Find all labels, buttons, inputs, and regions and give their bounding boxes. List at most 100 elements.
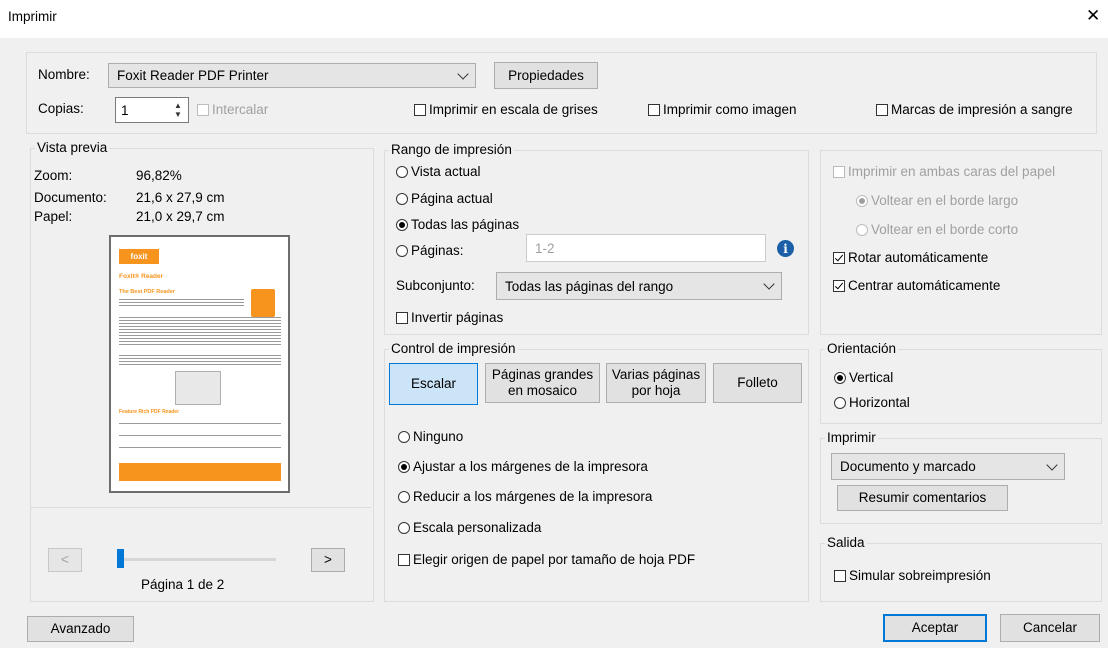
thumb-text-block <box>119 299 244 307</box>
page-slider-thumb[interactable] <box>117 549 124 568</box>
auto-rotate-box <box>833 251 845 264</box>
grayscale-box <box>414 103 426 116</box>
fit-margins-label: Ajustar a los márgenes de la impresora <box>413 459 648 474</box>
printer-select[interactable]: Foxit Reader PDF Printer <box>108 63 476 88</box>
reverse-pages-checkbox[interactable]: Invertir páginas <box>396 310 503 325</box>
thumb-screenshot <box>175 371 221 405</box>
paper-source-box <box>398 553 410 566</box>
copies-stepper[interactable]: ▲ ▼ <box>171 99 185 121</box>
print-what-group: Imprimir <box>820 430 1102 524</box>
window-title: Imprimir <box>8 9 57 24</box>
print-what-select-value: Documento y marcado <box>840 459 976 474</box>
custom-scale-radio[interactable]: Escala personalizada <box>398 520 541 535</box>
scale-none-radio[interactable]: Ninguno <box>398 429 463 444</box>
cancel-button[interactable]: Cancelar <box>1000 614 1100 642</box>
subset-select[interactable]: Todas las páginas del rango <box>496 272 782 300</box>
bleed-marks-checkbox[interactable]: Marcas de impresión a sangre <box>876 102 1073 117</box>
flip-short-edge-label: Voltear en el borde corto <box>871 222 1019 237</box>
output-legend: Salida <box>825 535 867 550</box>
properties-button[interactable]: Propiedades <box>494 62 598 89</box>
auto-rotate-checkbox[interactable]: Rotar automáticamente <box>833 250 988 265</box>
simulate-overprint-checkbox[interactable]: Simular sobreimpresión <box>834 568 991 583</box>
printer-name-label: Nombre: <box>38 67 90 82</box>
current-view-radio-circle <box>396 165 408 178</box>
paper-size-label: Papel: <box>34 209 73 224</box>
copies-label: Copias: <box>38 101 84 116</box>
chevron-up-icon[interactable]: ▲ <box>174 101 182 110</box>
auto-center-label: Centrar automáticamente <box>848 278 1001 293</box>
foxit-logo: foxit <box>119 249 159 264</box>
title-bar: Imprimir ✕ <box>0 0 1108 39</box>
subset-select-value: Todas las páginas del rango <box>505 278 674 294</box>
current-page-radio-circle <box>396 192 408 205</box>
auto-center-checkbox[interactable]: Centrar automáticamente <box>833 278 1000 293</box>
flip-long-edge-radio[interactable]: Voltear en el borde largo <box>856 193 1018 208</box>
booklet-tab[interactable]: Folleto <box>713 363 802 403</box>
all-pages-label: Todas las páginas <box>411 217 520 232</box>
landscape-radio-circle <box>834 396 846 409</box>
landscape-label: Horizontal <box>849 395 910 410</box>
chevron-down-icon[interactable]: ▼ <box>174 110 182 119</box>
portrait-label: Vertical <box>849 370 894 385</box>
fit-margins-radio[interactable]: Ajustar a los márgenes de la impresora <box>398 459 648 474</box>
reduce-margins-label: Reducir a los márgenes de la impresora <box>413 489 653 504</box>
all-pages-radio[interactable]: Todas las páginas <box>396 217 519 232</box>
landscape-radio[interactable]: Horizontal <box>834 395 910 410</box>
paper-source-checkbox[interactable]: Elegir origen de papel por tamaño de hoj… <box>398 552 695 567</box>
document-size-value: 21,6 x 27,9 cm <box>136 190 225 205</box>
current-view-radio[interactable]: Vista actual <box>396 164 481 179</box>
pages-radio[interactable]: Páginas: <box>396 243 464 258</box>
multiple-pages-tab[interactable]: Varias páginas por hoja <box>606 363 706 403</box>
collate-box <box>197 103 209 116</box>
portrait-radio[interactable]: Vertical <box>834 370 893 385</box>
close-icon[interactable]: ✕ <box>1086 6 1100 26</box>
scale-none-radio-circle <box>398 430 410 443</box>
chevron-down-icon <box>1046 458 1058 471</box>
print-what-legend: Imprimir <box>825 430 878 445</box>
orientation-legend: Orientación <box>825 341 899 356</box>
printer-select-value: Foxit Reader PDF Printer <box>117 68 269 83</box>
info-icon-glyph: i <box>783 241 788 256</box>
auto-rotate-label: Rotar automáticamente <box>848 250 989 265</box>
print-control-legend: Control de impresión <box>389 341 518 356</box>
grayscale-label: Imprimir en escala de grises <box>429 102 598 117</box>
thumb-pdf-icon <box>251 289 275 317</box>
page-preview: foxit Foxit® Reader The Best PDF Reader … <box>109 235 290 493</box>
flip-short-edge-radio[interactable]: Voltear en el borde corto <box>856 222 1018 237</box>
summarize-comments-button[interactable]: Resumir comentarios <box>837 485 1008 511</box>
flip-long-edge-radio-circle <box>856 194 868 207</box>
grayscale-checkbox[interactable]: Imprimir en escala de grises <box>414 102 598 117</box>
previous-page-button[interactable]: < <box>48 548 82 572</box>
chevron-down-icon <box>457 67 469 80</box>
subset-label: Subconjunto: <box>396 278 475 293</box>
flip-short-edge-radio-circle <box>856 223 868 236</box>
foxit-logo-text: foxit <box>130 252 148 261</box>
thumb-text-block <box>119 355 281 367</box>
reverse-pages-box <box>396 311 408 324</box>
advanced-button[interactable]: Avanzado <box>27 616 134 642</box>
print-as-image-box <box>648 103 660 116</box>
current-page-radio[interactable]: Página actual <box>396 191 493 206</box>
print-range-legend: Rango de impresión <box>389 142 514 157</box>
document-size-label: Documento: <box>34 190 107 205</box>
print-what-select[interactable]: Documento y marcado <box>831 453 1065 480</box>
duplex-checkbox[interactable]: Imprimir en ambas caras del papel <box>833 164 1055 179</box>
collate-label: Intercalar <box>212 102 269 117</box>
info-icon[interactable]: i <box>777 240 794 257</box>
page-indicator: Página 1 de 2 <box>141 577 225 592</box>
page-slider-track[interactable] <box>117 558 276 561</box>
next-page-button[interactable]: > <box>311 548 345 572</box>
portrait-radio-circle <box>834 371 846 384</box>
reduce-margins-radio[interactable]: Reducir a los márgenes de la impresora <box>398 489 652 504</box>
thumb-product: Foxit® Reader <box>119 273 164 280</box>
thumb-footer-bar <box>119 463 281 481</box>
scale-tab[interactable]: Escalar <box>389 363 478 405</box>
ok-button[interactable]: Aceptar <box>883 614 987 642</box>
thumb-text-block <box>119 317 281 347</box>
copies-field[interactable]: 1 ▲ ▼ <box>115 97 189 123</box>
pages-range-input[interactable]: 1-2 <box>526 234 766 262</box>
print-as-image-checkbox[interactable]: Imprimir como imagen <box>648 102 797 117</box>
tile-pages-tab[interactable]: Páginas grandes en mosaico <box>485 363 600 403</box>
zoom-label: Zoom: <box>34 168 73 183</box>
collate-checkbox[interactable]: Intercalar <box>197 102 268 117</box>
